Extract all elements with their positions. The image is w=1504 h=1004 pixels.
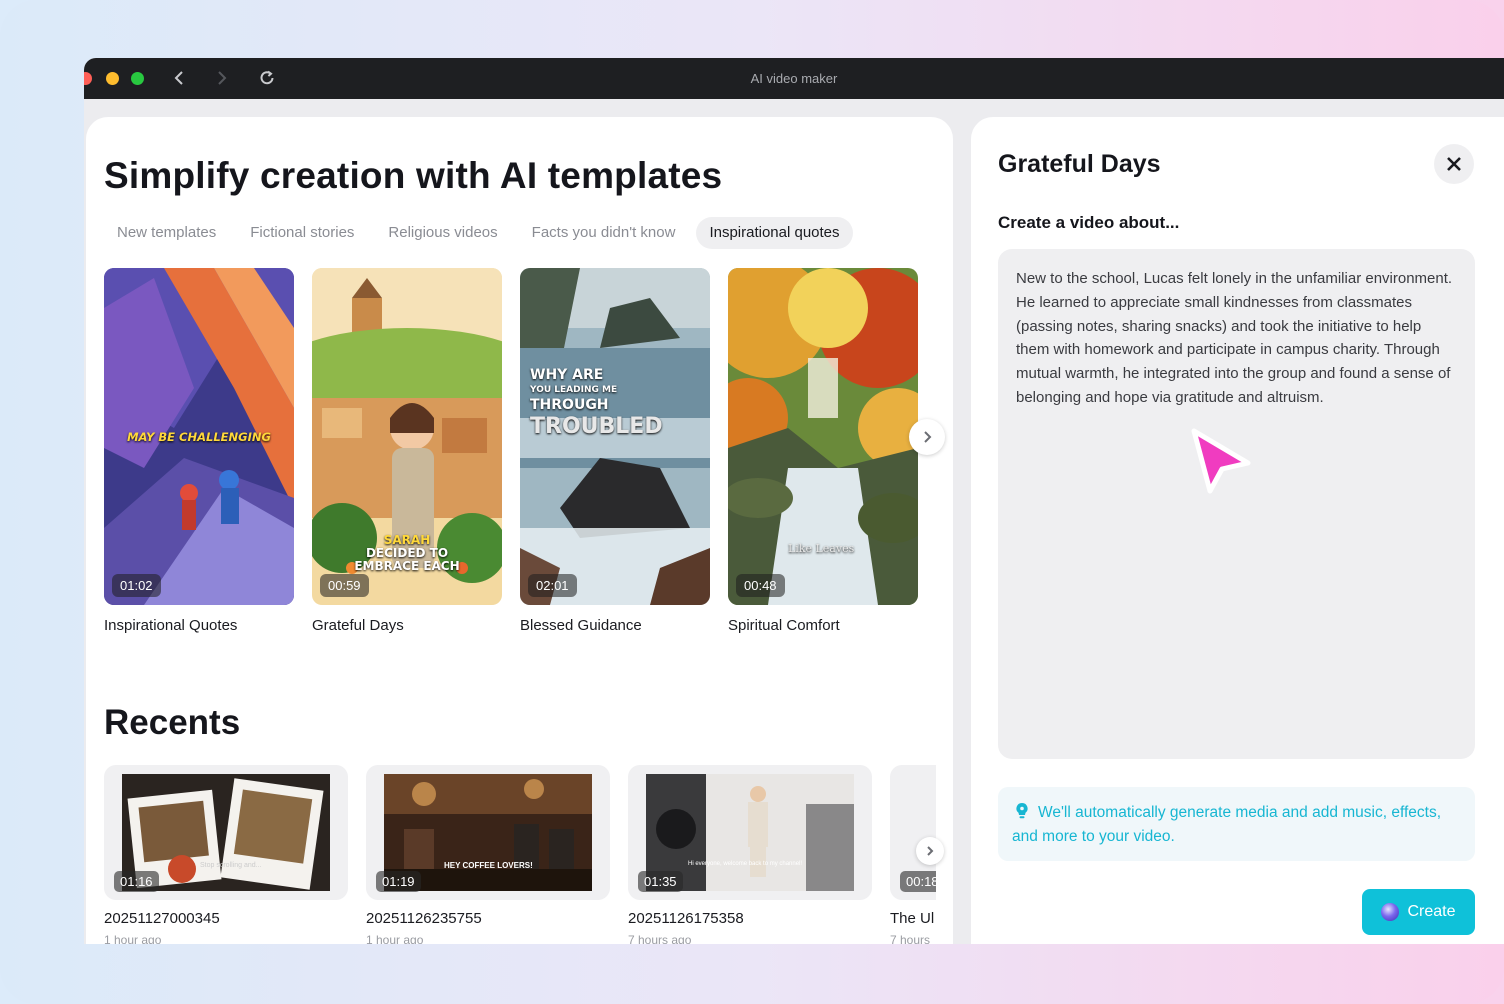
tab-religious-videos[interactable]: Religious videos — [375, 217, 510, 249]
prompt-text: New to the school, Lucas felt lonely in … — [1016, 270, 1453, 406]
video-caption: HEY COFFEE LOVERS! — [444, 861, 533, 870]
template-card[interactable]: Like Leaves 00:48 Spiritual Comfort — [728, 268, 918, 634]
caption-line: WHY ARE — [530, 367, 604, 383]
recents-list: Stop scrolling and... 01:16 202511270003… — [104, 765, 936, 944]
caption-line: EMBRACE EACH — [354, 559, 460, 573]
prompt-textarea[interactable]: New to the school, Lucas felt lonely in … — [998, 249, 1475, 759]
recent-time: 1 hour ago — [104, 933, 162, 944]
template-card[interactable]: WHY ARE YOU LEADING ME THROUGH TROUBLED … — [520, 268, 710, 634]
category-tabs: New templates Fictional stories Religiou… — [104, 217, 861, 249]
detail-title: Grateful Days — [998, 150, 1161, 178]
video-caption: Hi everyone, welcome back to my channel! — [688, 861, 803, 867]
duration-badge: 01:19 — [376, 871, 421, 892]
recents-heading: Recents — [104, 703, 241, 742]
recent-time: 7 hours — [890, 933, 931, 944]
chevron-right-icon — [924, 431, 932, 443]
close-icon — [1447, 157, 1461, 171]
tab-facts[interactable]: Facts you didn't know — [519, 217, 689, 249]
desktop-background: AI video maker Simplify creation with AI… — [0, 0, 1504, 1004]
duration-badge: 00:18 — [900, 871, 936, 892]
page-title: Simplify creation with AI templates — [104, 155, 723, 196]
duration-badge: 01:16 — [114, 871, 159, 892]
video-caption: Like Leaves — [788, 542, 855, 555]
recent-name: 20251126175358 — [628, 910, 744, 927]
video-caption: WHY ARE YOU LEADING ME THROUGH TROUBLED — [530, 368, 710, 441]
template-title: Grateful Days — [312, 617, 404, 634]
template-carousel: MAY BE CHALLENGING 01:02 Inspirational Q… — [104, 268, 945, 634]
video-caption: SARAH DECIDED TO EMBRACE EACH — [312, 534, 502, 573]
create-button[interactable]: Create — [1362, 889, 1475, 935]
ai-orb-icon — [1381, 903, 1400, 921]
carousel-next-button[interactable] — [909, 419, 945, 455]
tab-inspirational-quotes[interactable]: Inspirational quotes — [696, 217, 853, 249]
chevron-right-icon — [927, 846, 934, 856]
template-thumbnail[interactable]: SARAH DECIDED TO EMBRACE EACH 00:59 — [312, 268, 502, 605]
recent-name: The Ul — [890, 910, 935, 927]
info-text: We'll automatically generate media and a… — [1012, 804, 1442, 845]
recent-name: 20251127000345 — [104, 910, 220, 927]
prompt-label: Create a video about... — [998, 213, 1180, 232]
caption-line: YOU LEADING ME — [530, 385, 618, 395]
templates-panel: Simplify creation with AI templates New … — [86, 117, 953, 944]
recent-item[interactable]: Hi everyone, welcome back to my channel!… — [628, 765, 872, 944]
duration-badge: 00:59 — [320, 574, 369, 597]
template-card[interactable]: SARAH DECIDED TO EMBRACE EACH 00:59 Grat… — [312, 268, 502, 634]
template-title: Blessed Guidance — [520, 617, 642, 634]
app-window: AI video maker Simplify creation with AI… — [84, 58, 1504, 944]
caption-line: THROUGH — [530, 397, 609, 413]
tab-new-templates[interactable]: New templates — [104, 217, 229, 249]
recent-time: 1 hour ago — [366, 933, 424, 944]
recent-thumbnail[interactable]: 00:18 — [890, 765, 936, 900]
recent-thumbnail[interactable]: HEY COFFEE LOVERS! 01:19 — [366, 765, 610, 900]
duration-badge: 02:01 — [528, 574, 577, 597]
title-bar: AI video maker — [84, 58, 1504, 99]
template-card[interactable]: MAY BE CHALLENGING 01:02 Inspirational Q… — [104, 268, 294, 634]
recent-item[interactable]: HEY COFFEE LOVERS! 01:19 20251126235755 … — [366, 765, 610, 944]
recent-time: 7 hours ago — [628, 933, 692, 944]
template-title: Spiritual Comfort — [728, 617, 840, 634]
lightbulb-icon — [1016, 802, 1028, 819]
template-thumbnail[interactable]: WHY ARE YOU LEADING ME THROUGH TROUBLED … — [520, 268, 710, 605]
duration-badge: 01:02 — [112, 574, 161, 597]
recent-thumbnail[interactable]: Stop scrolling and... 01:16 — [104, 765, 348, 900]
template-thumbnail[interactable]: MAY BE CHALLENGING 01:02 — [104, 268, 294, 605]
caption-line: TROUBLED — [530, 414, 663, 439]
info-note: We'll automatically generate media and a… — [998, 787, 1475, 861]
cursor-pointer-icon — [1191, 428, 1251, 494]
tab-fictional-stories[interactable]: Fictional stories — [237, 217, 367, 249]
recent-item[interactable]: Stop scrolling and... 01:16 202511270003… — [104, 765, 348, 944]
video-caption: Stop scrolling and... — [200, 862, 262, 869]
template-detail-panel: Grateful Days Create a video about... Ne… — [971, 117, 1504, 944]
video-caption: MAY BE CHALLENGING — [127, 430, 271, 444]
recent-thumbnail[interactable]: Hi everyone, welcome back to my channel!… — [628, 765, 872, 900]
recents-next-button[interactable] — [916, 837, 944, 865]
close-panel-button[interactable] — [1434, 144, 1474, 184]
window-title: AI video maker — [750, 71, 838, 86]
duration-badge: 00:48 — [736, 574, 785, 597]
template-thumbnail[interactable]: Like Leaves 00:48 — [728, 268, 918, 605]
recent-name: 20251126235755 — [366, 910, 482, 927]
duration-badge: 01:35 — [638, 871, 683, 892]
template-title: Inspirational Quotes — [104, 617, 238, 634]
create-label: Create — [1407, 903, 1456, 920]
